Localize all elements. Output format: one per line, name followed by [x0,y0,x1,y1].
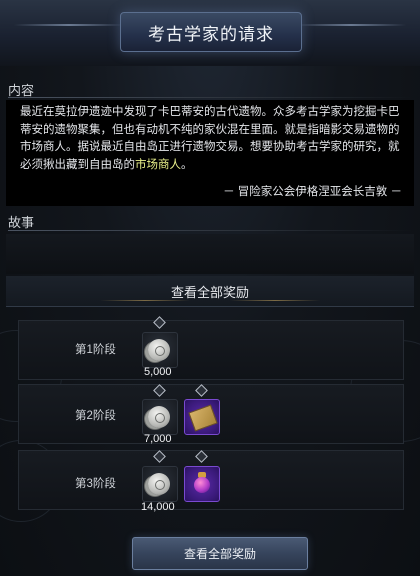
header-ornament-left [100,300,190,301]
title-plate: 考古学家的请求 [120,12,302,52]
silver-coin-reward[interactable] [142,399,178,435]
window-title: 考古学家的请求 [148,24,274,44]
title-ornament-left [14,24,124,26]
story-section-label: 故事 [8,215,35,230]
silver-coin-reward[interactable] [142,332,178,368]
coin-emblem [155,480,165,490]
scroll-reward[interactable] [184,399,220,435]
highlight-market-merchant[interactable]: 市场商人 [135,159,181,171]
reward-quantity: 14,000 [141,501,175,513]
rewards-header: 查看全部奖励 [6,276,414,307]
stage-label: 第1阶段 [75,344,116,356]
story-panel [6,234,414,274]
description-text: 最近在莫拉伊遗迹中发现了卡巴蒂安的古代遗物。众多考古学家为挖掘卡巴蒂安的遗物聚集… [20,106,400,171]
title-bar: 考古学家的请求 [0,0,420,66]
scroll-icon [188,404,218,432]
content-divider [8,97,412,98]
coin-emblem [155,346,165,356]
story-divider [8,230,412,231]
quest-description: 最近在莫拉伊遗迹中发现了卡巴蒂安的古代遗物。众多考古学家为挖掘卡巴蒂安的遗物聚集… [20,104,402,174]
title-ornament-right [296,24,406,26]
reward-quantity: 5,000 [144,366,172,378]
silver-coin-reward[interactable] [142,466,178,502]
view-all-rewards-button[interactable]: 查看全部奖励 [132,537,308,570]
description-end: 。 [181,158,193,171]
quest-signature: － 冒险家公会伊格涅亚会长吉敦 － [223,186,402,198]
reward-stage-row: 第1阶段 [18,320,404,380]
orb-reward[interactable] [184,466,220,502]
reward-quantity: 7,000 [144,433,172,445]
quest-window: 考古学家的请求 内容 最近在莫拉伊遗迹中发现了卡巴蒂安的古代遗物。众多考古学家为… [0,0,420,576]
coin-emblem [155,413,165,423]
rewards-header-label: 查看全部奖励 [170,284,249,300]
stage-label: 第2阶段 [75,410,116,422]
purple-orb-icon [194,477,210,493]
header-ornament-right [230,300,320,301]
stage-label: 第3阶段 [75,478,116,490]
